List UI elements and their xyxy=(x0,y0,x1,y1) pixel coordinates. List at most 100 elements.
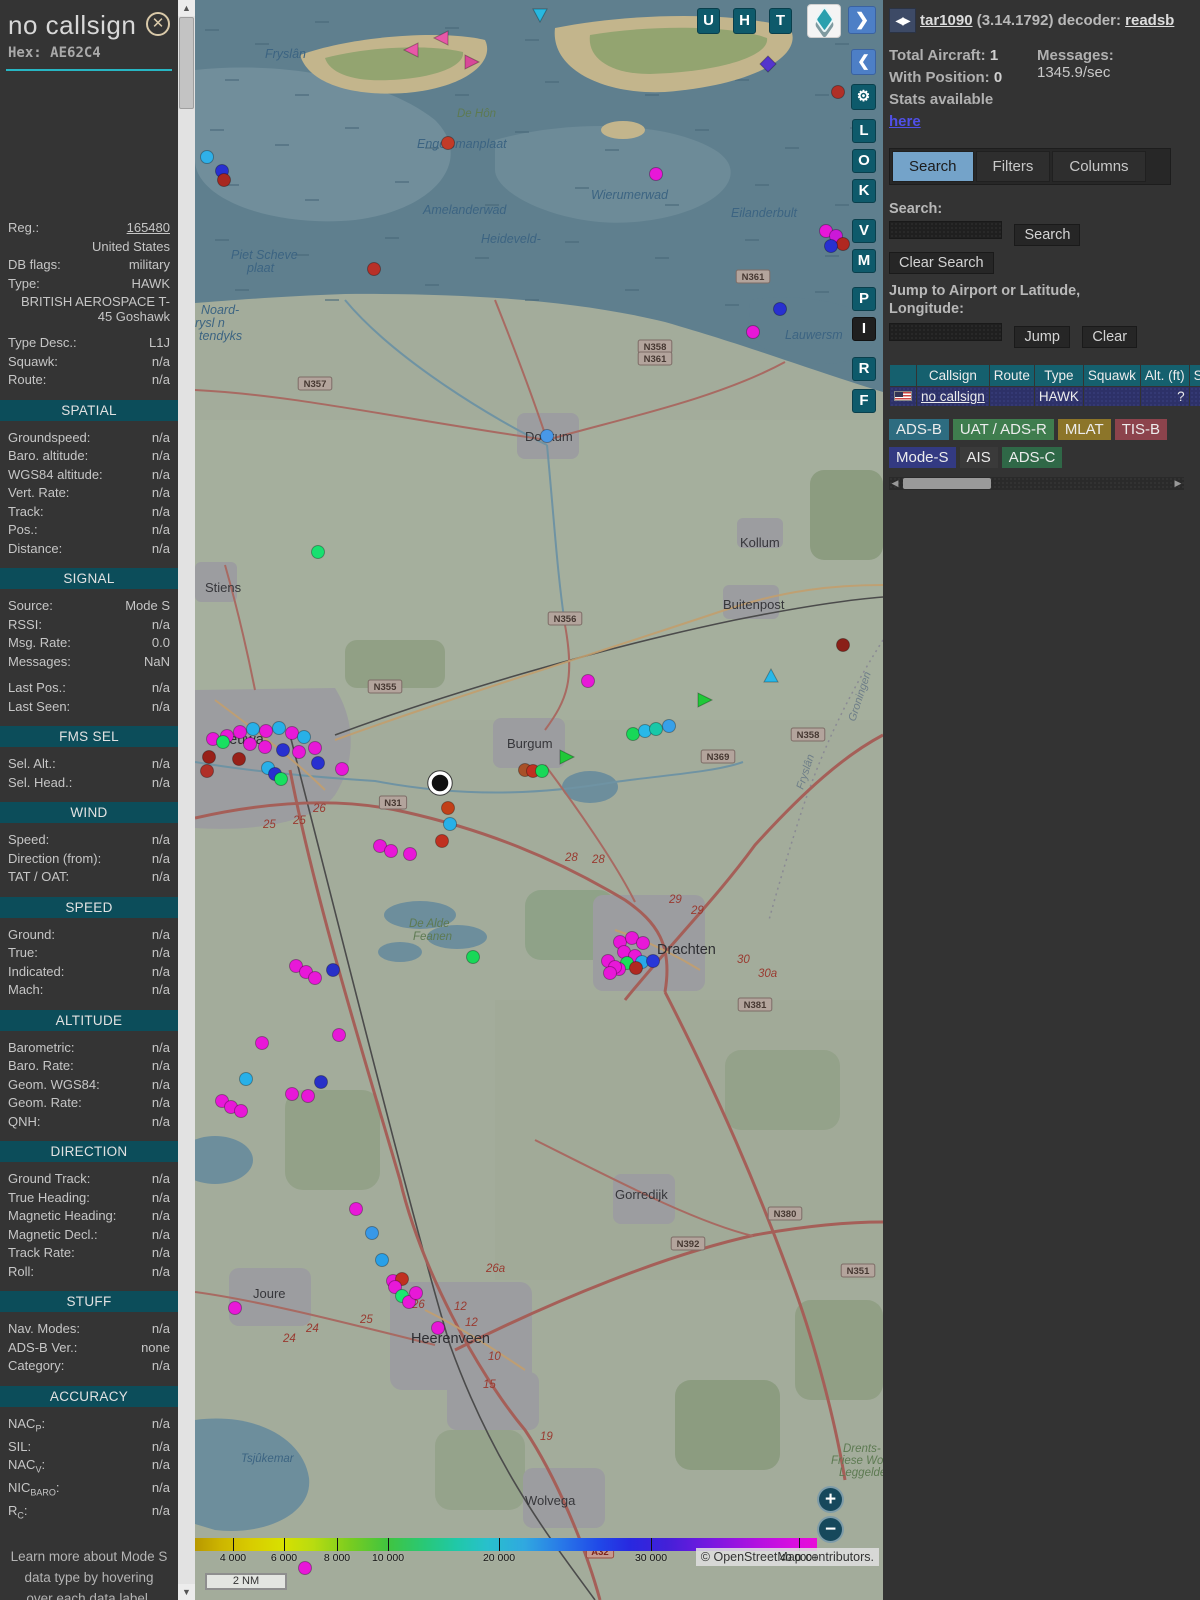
map-button-T[interactable]: T xyxy=(769,8,792,34)
data-value: n/a xyxy=(151,832,170,847)
clear-button[interactable]: Clear xyxy=(1082,326,1138,349)
col-header-Alt. (ft)[interactable]: Alt. (ft) xyxy=(1140,365,1189,387)
stats-here-link[interactable]: here xyxy=(889,113,921,130)
map-button-F[interactable]: F xyxy=(852,389,876,413)
filter-chip-mode-s[interactable]: Mode-S xyxy=(889,447,956,469)
scrollbar-thumb[interactable] xyxy=(179,17,194,109)
jump-label: Jump to Airport or Latitude, Longitude: xyxy=(889,283,1081,318)
map-button-H[interactable]: H xyxy=(733,8,756,34)
flag-cell[interactable] xyxy=(890,387,916,407)
cell-6[interactable] xyxy=(1189,387,1200,407)
tab-search[interactable]: Search xyxy=(892,151,974,182)
scroll-left-icon[interactable]: ◀ xyxy=(889,477,901,490)
svg-text:28: 28 xyxy=(564,852,578,864)
callsign-cell[interactable]: no callsign xyxy=(917,387,989,407)
data-value: n/a xyxy=(151,485,170,500)
scroll-up-icon[interactable]: ▲ xyxy=(178,0,195,16)
aircraft-dot xyxy=(301,1089,315,1103)
map-button-U[interactable]: U xyxy=(697,8,720,34)
zoom-out-button[interactable]: − xyxy=(817,1516,844,1543)
col-header-flag[interactable] xyxy=(890,365,916,387)
legend-label: 10 000 xyxy=(371,1552,405,1564)
selected-aircraft-marker[interactable] xyxy=(427,770,453,796)
filter-chip-mlat[interactable]: MLAT xyxy=(1057,419,1111,441)
map-button-I[interactable]: I xyxy=(852,317,876,341)
jump-button[interactable]: Jump xyxy=(1014,326,1070,349)
expand-right-button[interactable]: ❯ xyxy=(848,6,876,34)
aircraft-dot xyxy=(217,173,231,187)
cell-3[interactable]: HAWK xyxy=(1034,387,1083,407)
hscrollbar-thumb[interactable] xyxy=(903,478,991,490)
collapse-left-button[interactable]: ❮ xyxy=(851,49,876,75)
filter-chip-tis-b[interactable]: TIS-B xyxy=(1114,419,1168,441)
map-button-M[interactable]: M xyxy=(852,249,876,273)
svg-text:Kollum: Kollum xyxy=(740,535,780,550)
table-horizontal-scrollbar[interactable]: ◀ ▶ xyxy=(889,477,1184,491)
cell-2[interactable] xyxy=(989,387,1034,407)
map-button-P[interactable]: P xyxy=(852,287,876,311)
data-value: n/a xyxy=(151,1415,170,1431)
scroll-down-icon[interactable]: ▼ xyxy=(178,1584,195,1600)
filter-chip-uat-ads-r[interactable]: UAT / ADS-R xyxy=(952,419,1054,441)
map[interactable]: Groningen Fryslân Fryslân Engelsmanplaat De… xyxy=(195,0,883,1600)
aircraft-dot xyxy=(314,1075,328,1089)
map-button-K[interactable]: K xyxy=(852,179,876,203)
cell-4[interactable] xyxy=(1083,387,1140,407)
jump-input[interactable] xyxy=(889,323,1002,342)
tab-columns[interactable]: Columns xyxy=(1052,151,1146,182)
data-value: n/a xyxy=(151,869,170,884)
tab-filters[interactable]: Filters xyxy=(975,151,1051,182)
panel-collapse-toggle[interactable]: ◀▶ xyxy=(889,8,916,33)
aircraft-dot xyxy=(239,1072,253,1086)
svg-text:N31: N31 xyxy=(384,798,402,809)
data-row: Sel. Head.: n/a xyxy=(8,774,170,793)
readsb-link[interactable]: readsb xyxy=(1125,12,1174,29)
aircraft-dot xyxy=(629,961,643,975)
data-row: Reg.: 165480 xyxy=(8,219,170,238)
settings-gear-button[interactable]: ⚙ xyxy=(851,84,876,110)
map-button-V[interactable]: V xyxy=(852,219,876,243)
selected-aircraft-dot xyxy=(428,771,452,795)
alt-cell[interactable]: ? xyxy=(1140,387,1189,407)
aircraft-dot xyxy=(535,764,549,778)
aircraft-dot xyxy=(326,963,340,977)
filter-chip-ais[interactable]: AIS xyxy=(959,447,998,469)
map-button-L[interactable]: L xyxy=(852,119,876,143)
search-button[interactable]: Search xyxy=(1014,224,1081,246)
svg-text:Joure: Joure xyxy=(253,1286,286,1301)
svg-text:Stiens: Stiens xyxy=(205,580,242,595)
col-header-Type[interactable]: Type xyxy=(1034,365,1083,387)
close-icon[interactable]: ✕ xyxy=(146,12,170,36)
data-value: 0.0 xyxy=(151,635,170,650)
layers-button[interactable] xyxy=(807,4,841,39)
data-value: n/a xyxy=(151,945,170,960)
data-value: Mode S xyxy=(125,598,170,613)
data-value: n/a xyxy=(151,1263,170,1279)
sidebar-scrollbar[interactable]: ▲ ▼ xyxy=(178,0,195,1600)
col-header-S[interactable]: S xyxy=(1189,365,1200,387)
svg-text:Gorredijk: Gorredijk xyxy=(615,1187,668,1202)
svg-text:30a: 30a xyxy=(758,968,777,980)
reg-link[interactable]: 165480 xyxy=(127,219,170,238)
legend-label: 20 000 xyxy=(482,1552,516,1564)
filter-chip-ads-b[interactable]: ADS-B xyxy=(889,419,949,441)
col-header-Route[interactable]: Route xyxy=(989,365,1034,387)
col-header-Callsign[interactable]: Callsign xyxy=(917,365,989,387)
right-panel: ◀▶ tar1090 (3.14.1792) decoder: readsb T… xyxy=(883,0,1200,1600)
zoom-in-button[interactable]: + xyxy=(817,1486,844,1513)
map-button-O[interactable]: O xyxy=(852,149,876,173)
svg-text:25: 25 xyxy=(292,815,306,827)
aircraft-dot xyxy=(298,1561,312,1575)
map-canvas[interactable]: GroningenFryslân FryslânEngelsmanplaatDe… xyxy=(195,0,883,1600)
scroll-right-icon[interactable]: ▶ xyxy=(1172,477,1184,490)
aircraft-table-row[interactable]: no callsign HAWK? xyxy=(890,387,1200,407)
col-header-Squawk[interactable]: Squawk xyxy=(1083,365,1140,387)
svg-text:25: 25 xyxy=(262,819,276,831)
map-button-R[interactable]: R xyxy=(852,357,876,381)
filter-chip-ads-c[interactable]: ADS-C xyxy=(1001,447,1063,469)
search-input[interactable] xyxy=(889,221,1002,239)
tar1090-link[interactable]: tar1090 xyxy=(920,12,973,29)
aircraft-dot xyxy=(243,737,257,751)
clear-search-button[interactable]: Clear Search xyxy=(889,252,994,274)
svg-text:Buitenpost: Buitenpost xyxy=(723,597,785,612)
